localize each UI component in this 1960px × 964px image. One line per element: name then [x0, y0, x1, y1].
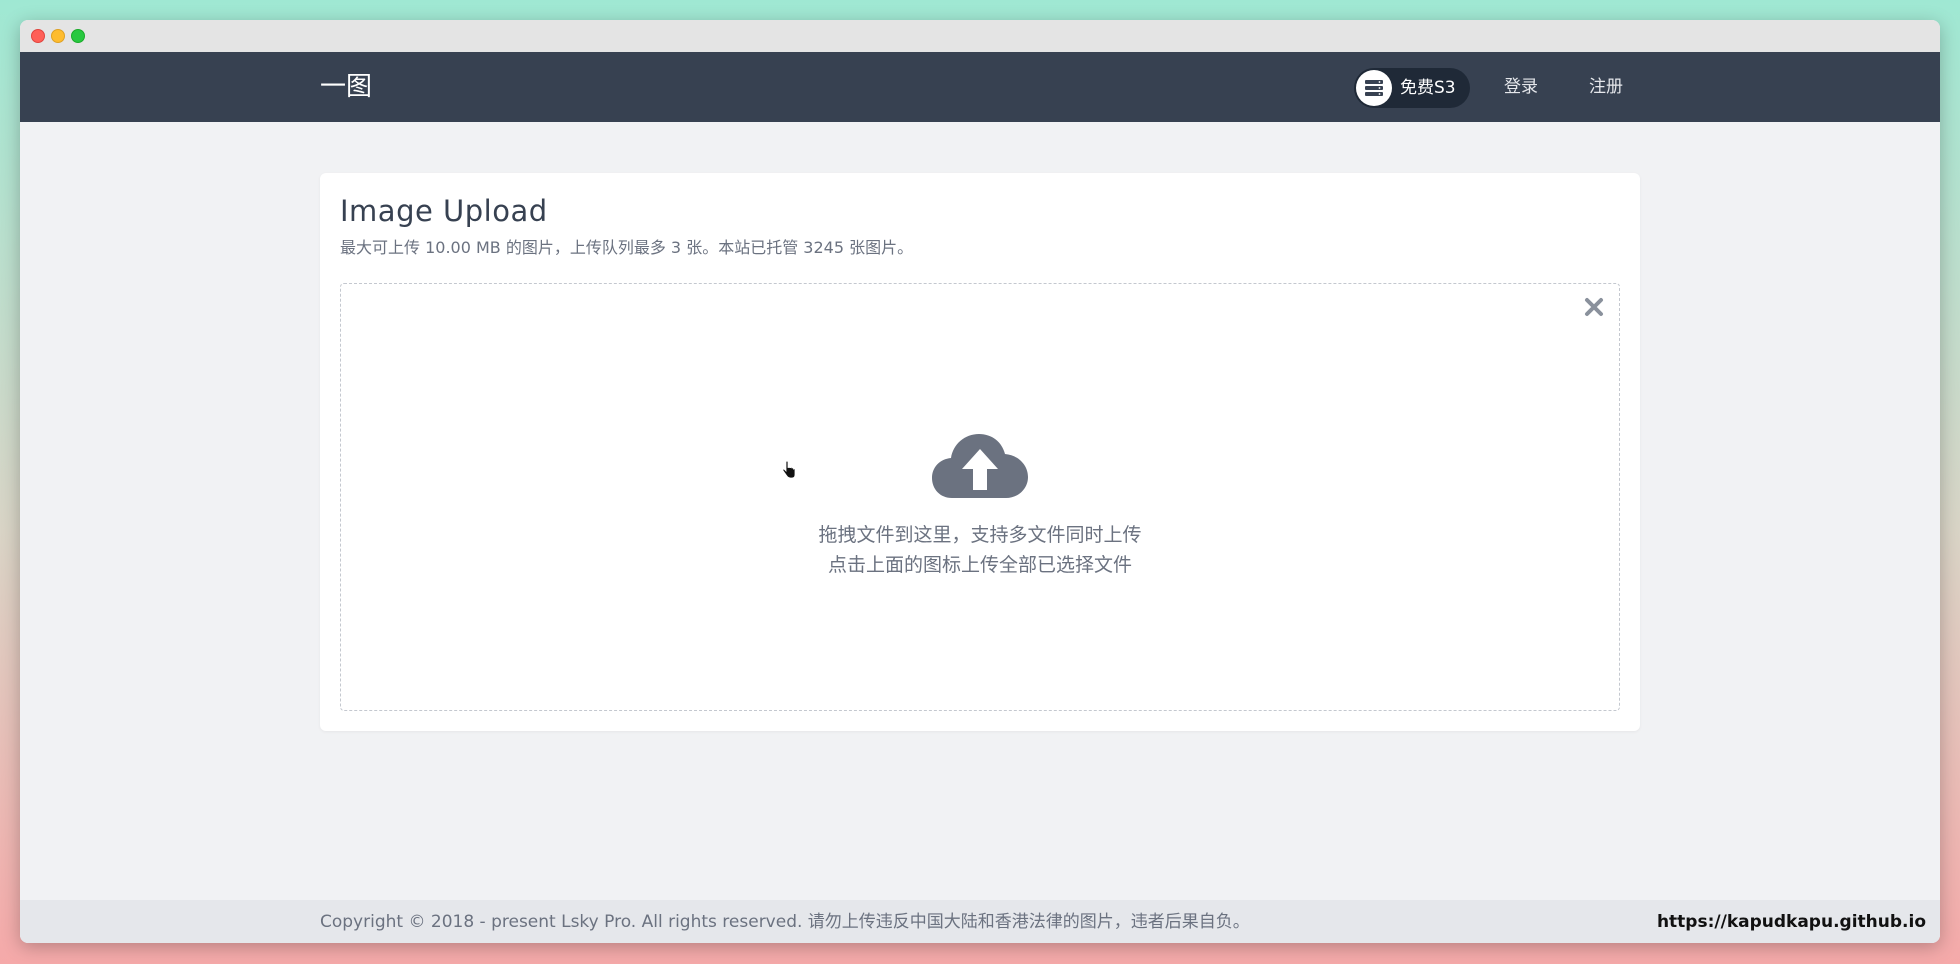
minimize-window-button[interactable]: [51, 29, 65, 43]
footer-copyright: Copyright © 2018 - present Lsky Pro. All…: [320, 912, 1250, 932]
close-window-button[interactable]: [31, 29, 45, 43]
page-title: Image Upload: [340, 194, 548, 228]
free-s3-label: 免费S3: [1400, 78, 1456, 98]
close-icon[interactable]: [1583, 296, 1605, 318]
window-titlebar: [20, 20, 1940, 52]
file-dropzone[interactable]: 拖拽文件到这里，支持多文件同时上传 点击上面的图标上传全部已选择文件: [340, 283, 1620, 711]
top-navbar: 一图 免费S3 登录 注册: [20, 52, 1940, 122]
upload-card: Image Upload 最大可上传 10.00 MB 的图片，上传队列最多 3…: [320, 173, 1640, 731]
login-link[interactable]: 登录: [1504, 76, 1538, 98]
site-logo[interactable]: 一图: [320, 71, 372, 103]
free-s3-button[interactable]: 免费S3: [1354, 68, 1470, 108]
maximize-window-button[interactable]: [71, 29, 85, 43]
pointer-cursor-icon: [782, 460, 796, 483]
watermark-url: https://kapudkapu.github.io: [1656, 912, 1926, 932]
server-icon: [1356, 70, 1392, 106]
browser-window: 一图 免费S3 登录 注册 Image Upload 最大可上传 10.00 M…: [20, 20, 1940, 943]
drag-drop-hint: 拖拽文件到这里，支持多文件同时上传: [818, 524, 1142, 546]
page-footer: Copyright © 2018 - present Lsky Pro. All…: [20, 900, 1940, 943]
register-link[interactable]: 注册: [1589, 76, 1623, 98]
click-upload-hint: 点击上面的图标上传全部已选择文件: [827, 554, 1132, 576]
upload-limits-text: 最大可上传 10.00 MB 的图片，上传队列最多 3 张。本站已托管 3245…: [340, 238, 914, 257]
cloud-upload-icon[interactable]: [932, 432, 1028, 504]
